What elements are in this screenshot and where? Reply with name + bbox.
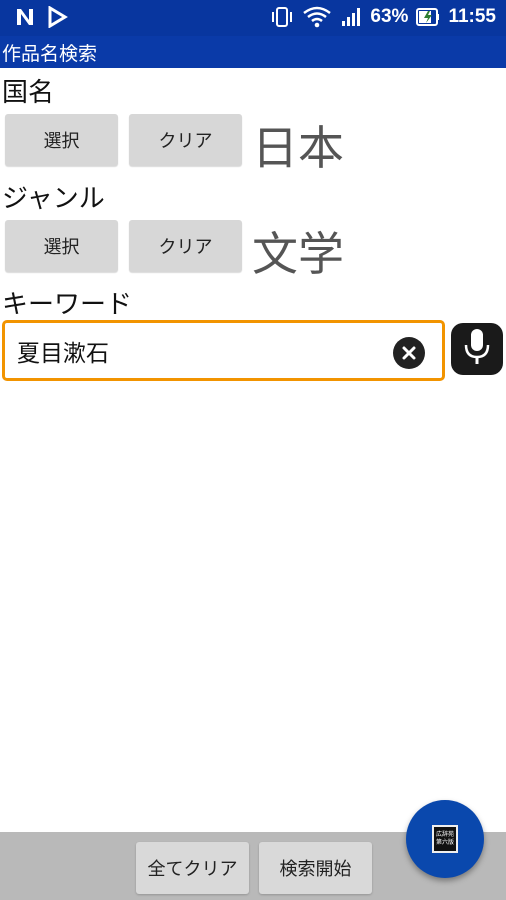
dictionary-icon: 広辞苑 第六版 [432, 825, 458, 853]
country-value: 日本 [252, 121, 344, 175]
dictionary-fab[interactable]: 広辞苑 第六版 [406, 800, 484, 878]
battery-text: 63% [370, 6, 409, 27]
n-notification-icon [14, 6, 36, 28]
wifi-icon [302, 6, 332, 28]
vibrate-icon [270, 6, 294, 28]
page-title: 作品名検索 [0, 36, 506, 68]
genre-value: 文学 [252, 227, 344, 281]
voice-input-button[interactable] [451, 323, 503, 375]
country-select-button[interactable]: 選択 [5, 114, 118, 166]
fab-text-line2: 第六版 [435, 839, 454, 846]
country-clear-button[interactable]: クリア [129, 114, 242, 166]
clock: 11:55 [448, 6, 496, 27]
keyword-label: キーワード [2, 290, 133, 320]
keyword-field[interactable] [2, 320, 445, 381]
clear-text-icon[interactable] [393, 337, 425, 369]
country-label: 国名 [2, 78, 55, 108]
genre-clear-button[interactable]: クリア [129, 220, 242, 272]
signal-icon [340, 6, 362, 28]
clear-all-button[interactable]: 全てクリア [136, 842, 249, 894]
genre-label: ジャンル [2, 184, 105, 214]
battery-charging-icon [416, 6, 440, 28]
keyword-input[interactable] [17, 335, 387, 367]
play-store-icon [46, 6, 68, 28]
genre-select-button[interactable]: 選択 [5, 220, 118, 272]
microphone-icon [462, 327, 492, 371]
status-bar: 63% 11:55 [0, 0, 506, 36]
fab-text-line1: 広辞苑 [435, 831, 454, 838]
search-start-button[interactable]: 検索開始 [259, 842, 372, 894]
